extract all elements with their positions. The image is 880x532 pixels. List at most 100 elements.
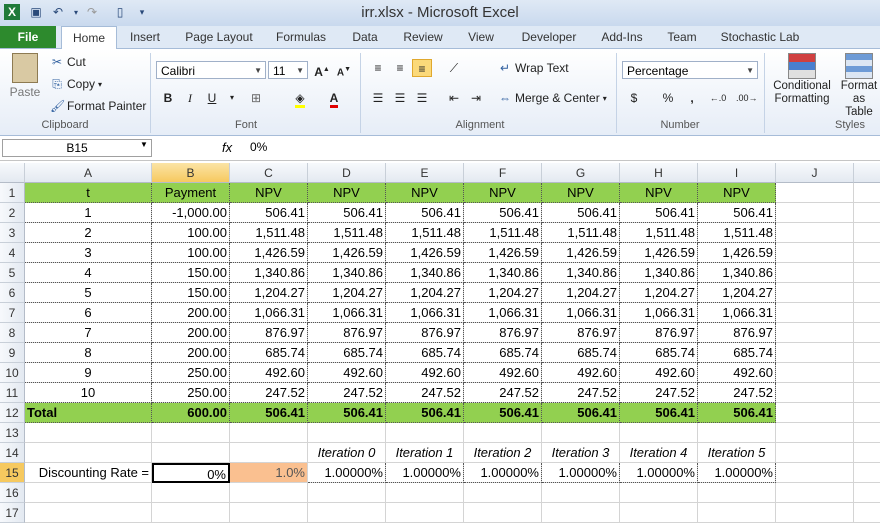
- data-cell[interactable]: 685.74: [386, 343, 464, 363]
- row-header-15[interactable]: 15: [0, 463, 25, 483]
- number-format-combo[interactable]: Percentage ▼: [622, 61, 758, 79]
- cell[interactable]: [854, 203, 880, 223]
- underline-button[interactable]: U: [202, 89, 222, 107]
- cell[interactable]: [308, 483, 386, 503]
- data-cell[interactable]: 685.74: [620, 343, 698, 363]
- cell[interactable]: [854, 383, 880, 403]
- cell[interactable]: [776, 203, 854, 223]
- data-cell[interactable]: 247.52: [230, 383, 308, 403]
- column-header-g[interactable]: G: [542, 163, 620, 183]
- row-header-2[interactable]: 2: [0, 203, 25, 223]
- column-header-c[interactable]: C: [230, 163, 308, 183]
- data-cell[interactable]: 4: [25, 263, 152, 283]
- data-cell[interactable]: 150.00: [152, 283, 230, 303]
- align-center-icon[interactable]: ☰: [390, 89, 410, 107]
- name-box[interactable]: B15: [2, 139, 152, 157]
- cell[interactable]: [386, 423, 464, 443]
- cell[interactable]: [386, 483, 464, 503]
- cell[interactable]: [854, 363, 880, 383]
- rate-value-cell[interactable]: 0%: [152, 463, 230, 483]
- total-cell[interactable]: 600.00: [152, 403, 230, 423]
- row-header-13[interactable]: 13: [0, 423, 25, 443]
- cell[interactable]: [776, 183, 854, 203]
- data-cell[interactable]: 3: [25, 243, 152, 263]
- column-header-a[interactable]: A: [25, 163, 152, 183]
- data-cell[interactable]: 685.74: [464, 343, 542, 363]
- data-cell[interactable]: 247.52: [698, 383, 776, 403]
- tab-data[interactable]: Data: [342, 26, 388, 48]
- align-middle-icon[interactable]: ≡: [390, 59, 410, 77]
- header-cell[interactable]: NPV: [542, 183, 620, 203]
- header-cell[interactable]: NPV: [698, 183, 776, 203]
- comma-style-button[interactable]: ,: [682, 89, 702, 107]
- column-header-h[interactable]: H: [620, 163, 698, 183]
- data-cell[interactable]: 250.00: [152, 383, 230, 403]
- data-cell[interactable]: 1,066.31: [698, 303, 776, 323]
- row-header-7[interactable]: 7: [0, 303, 25, 323]
- decrease-indent-icon[interactable]: ⇤: [444, 89, 464, 107]
- increase-indent-icon[interactable]: ⇥: [466, 89, 486, 107]
- paste-button[interactable]: Paste: [8, 53, 42, 99]
- tab-view[interactable]: View: [458, 26, 504, 48]
- cell[interactable]: [854, 503, 880, 523]
- cell[interactable]: [776, 303, 854, 323]
- header-cell[interactable]: NPV: [464, 183, 542, 203]
- data-cell[interactable]: 492.60: [464, 363, 542, 383]
- cell[interactable]: [25, 503, 152, 523]
- data-cell[interactable]: 1,204.27: [620, 283, 698, 303]
- data-cell[interactable]: 247.52: [308, 383, 386, 403]
- rate-c-cell[interactable]: 1.0%: [230, 463, 308, 483]
- data-cell[interactable]: 1,511.48: [464, 223, 542, 243]
- data-cell[interactable]: 250.00: [152, 363, 230, 383]
- data-cell[interactable]: 200.00: [152, 343, 230, 363]
- data-cell[interactable]: 1,066.31: [620, 303, 698, 323]
- data-cell[interactable]: 200.00: [152, 323, 230, 343]
- chevron-down-icon[interactable]: ▾: [222, 89, 242, 107]
- cell[interactable]: [542, 483, 620, 503]
- cut-button[interactable]: ✂ Cut: [50, 55, 86, 69]
- row-header-12[interactable]: 12: [0, 403, 25, 423]
- data-cell[interactable]: 10: [25, 383, 152, 403]
- total-cell[interactable]: 506.41: [698, 403, 776, 423]
- row-header-10[interactable]: 10: [0, 363, 25, 383]
- data-cell[interactable]: 1,204.27: [308, 283, 386, 303]
- header-cell[interactable]: NPV: [308, 183, 386, 203]
- data-cell[interactable]: 1,511.48: [542, 223, 620, 243]
- header-cell[interactable]: t: [25, 183, 152, 203]
- row-header-14[interactable]: 14: [0, 443, 25, 463]
- data-cell[interactable]: 492.60: [386, 363, 464, 383]
- cell[interactable]: [152, 483, 230, 503]
- iteration-value[interactable]: 1.00000%: [386, 463, 464, 483]
- cell[interactable]: [152, 503, 230, 523]
- data-cell[interactable]: 492.60: [308, 363, 386, 383]
- cell[interactable]: [776, 243, 854, 263]
- font-size-combo[interactable]: 11 ▼: [268, 61, 308, 79]
- borders-icon[interactable]: ⊞: [246, 89, 266, 107]
- chevron-down-icon[interactable]: ▼: [140, 140, 148, 149]
- data-cell[interactable]: 100.00: [152, 243, 230, 263]
- data-cell[interactable]: 1: [25, 203, 152, 223]
- align-left-icon[interactable]: ☰: [368, 89, 388, 107]
- align-top-icon[interactable]: ≡: [368, 59, 388, 77]
- data-cell[interactable]: 247.52: [620, 383, 698, 403]
- data-cell[interactable]: 1,340.86: [542, 263, 620, 283]
- data-cell[interactable]: 5: [25, 283, 152, 303]
- data-cell[interactable]: 1,066.31: [386, 303, 464, 323]
- data-cell[interactable]: 2: [25, 223, 152, 243]
- data-cell[interactable]: 247.52: [386, 383, 464, 403]
- data-cell[interactable]: 1,066.31: [230, 303, 308, 323]
- cell[interactable]: [854, 463, 880, 483]
- iteration-value[interactable]: 1.00000%: [308, 463, 386, 483]
- wrap-text-button[interactable]: ↵ Wrap Text: [498, 61, 569, 75]
- iteration-label[interactable]: Iteration 4: [620, 443, 698, 463]
- cell[interactable]: [776, 483, 854, 503]
- percent-style-button[interactable]: %: [658, 89, 678, 107]
- cell[interactable]: [386, 503, 464, 523]
- tab-file[interactable]: File: [0, 26, 56, 48]
- column-header-f[interactable]: F: [464, 163, 542, 183]
- iteration-label[interactable]: Iteration 2: [464, 443, 542, 463]
- data-cell[interactable]: 876.97: [620, 323, 698, 343]
- data-cell[interactable]: 1,340.86: [308, 263, 386, 283]
- cell[interactable]: [542, 423, 620, 443]
- cell[interactable]: [542, 503, 620, 523]
